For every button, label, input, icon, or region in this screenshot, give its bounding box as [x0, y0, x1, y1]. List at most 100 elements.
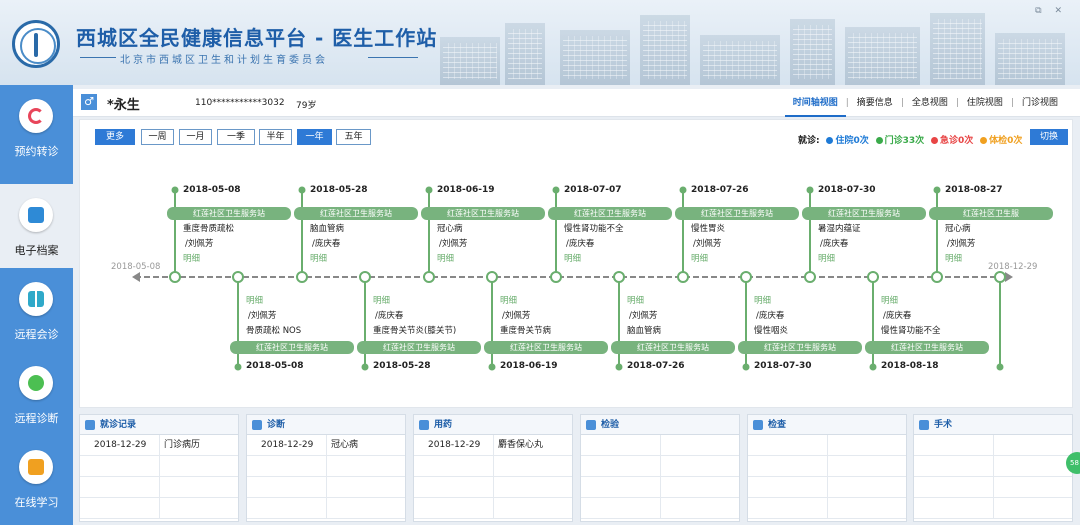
timeline-node-icon[interactable]: [423, 271, 435, 283]
panel-medicine: 用药 2018-12-29 麝香保心丸: [413, 414, 573, 522]
visit-detail-link[interactable]: 明细: [183, 252, 200, 267]
timeline-node-icon: [234, 363, 242, 371]
visit-diagnosis: 慢性肾功能不全: [564, 224, 624, 234]
timeline-node-icon[interactable]: [931, 271, 943, 283]
visit-detail-link[interactable]: 明细: [691, 252, 708, 267]
visit-detail-link[interactable]: 明细: [500, 294, 517, 309]
table-row[interactable]: [414, 477, 572, 498]
restore-icon[interactable]: ⧉: [1035, 6, 1041, 16]
panel-header[interactable]: 手术: [914, 415, 1072, 435]
app-title: 西城区全民健康信息平台 - 医生工作站: [76, 26, 438, 50]
table-row[interactable]: 2018-12-29 门诊病历: [80, 435, 238, 456]
visit-detail-link[interactable]: 明细: [818, 252, 835, 267]
panel-record: 就诊记录 2018-12-29 门诊病历: [79, 414, 239, 522]
visit-org: 红莲社区卫生服务站: [802, 207, 926, 220]
table-row[interactable]: [414, 456, 572, 477]
sidebar-item-records[interactable]: 电子档案: [0, 184, 73, 268]
table-row[interactable]: [748, 477, 906, 498]
row-content: [494, 456, 498, 476]
table-row[interactable]: 2018-12-29 冠心病: [247, 435, 405, 456]
tab-summary[interactable]: 摘要信息: [849, 89, 901, 117]
sidebar-item-diagnosis[interactable]: 远程诊断: [0, 352, 73, 436]
table-row[interactable]: [581, 435, 739, 456]
table-row[interactable]: 2018-12-29 麝香保心丸: [414, 435, 572, 456]
visit-date: 2018-07-26: [627, 361, 685, 371]
timeline-node-icon[interactable]: [359, 271, 371, 283]
arrow-left-icon[interactable]: [132, 272, 140, 282]
grid-icon: [19, 282, 53, 316]
table-row[interactable]: [748, 456, 906, 477]
visit-detail-link[interactable]: 明细: [881, 294, 898, 309]
table-row[interactable]: [581, 498, 739, 519]
timeline-node-icon[interactable]: [169, 271, 181, 283]
table-row[interactable]: [414, 498, 572, 519]
timeline-node-icon[interactable]: [867, 271, 879, 283]
timeline-node-icon: [742, 363, 750, 371]
visit-detail-link[interactable]: 明细: [246, 294, 263, 309]
visit-detail-link[interactable]: 明细: [945, 252, 962, 267]
panel-exam: 检查: [747, 414, 907, 522]
visit-doctor: /刘佩芳: [629, 311, 658, 321]
panel-header[interactable]: 用药: [414, 415, 572, 435]
table-row[interactable]: [80, 477, 238, 498]
visit-detail-link[interactable]: 明细: [310, 252, 327, 267]
building-graphic: [995, 33, 1065, 85]
table-row[interactable]: [247, 477, 405, 498]
timeline-node-icon[interactable]: [613, 271, 625, 283]
tab-inpatient[interactable]: 住院视图: [959, 89, 1011, 117]
panel-header[interactable]: 检查: [748, 415, 906, 435]
tab-holographic[interactable]: 全息视图: [904, 89, 956, 117]
timeline-node-icon: [996, 363, 1004, 371]
visit-detail-link[interactable]: 明细: [437, 252, 454, 267]
timeline-node-icon[interactable]: [550, 271, 562, 283]
timeline-node-icon[interactable]: [677, 271, 689, 283]
visit-org: 红莲社区卫生服务站: [230, 341, 354, 354]
sidebar-item-consult[interactable]: 远程会诊: [0, 268, 73, 352]
timeline-node-icon[interactable]: [740, 271, 752, 283]
table-row[interactable]: [914, 435, 1072, 456]
building-graphic: [845, 27, 920, 85]
table-row[interactable]: [914, 477, 1072, 498]
table-row[interactable]: [581, 477, 739, 498]
timeline-end-date: 2018-12-29: [988, 262, 1038, 272]
panel-header[interactable]: 检验: [581, 415, 739, 435]
visit-detail-link[interactable]: 明细: [564, 252, 581, 267]
panel-header[interactable]: 就诊记录: [80, 415, 238, 435]
table-row[interactable]: [247, 456, 405, 477]
table-row[interactable]: [914, 498, 1072, 519]
close-icon[interactable]: ✕: [1054, 6, 1062, 16]
tab-outpatient[interactable]: 门诊视图: [1014, 89, 1066, 117]
panel-header[interactable]: 诊断: [247, 415, 405, 435]
arrow-right-icon[interactable]: [1005, 272, 1013, 282]
table-row[interactable]: [748, 435, 906, 456]
timeline-node-icon[interactable]: [296, 271, 308, 283]
sidebar-item-referral[interactable]: 预约转诊: [0, 85, 73, 169]
sidebar-item-learning[interactable]: 在线学习: [0, 436, 73, 520]
tab-timeline[interactable]: 时间轴视图: [784, 89, 846, 117]
row-content: [327, 456, 331, 476]
timeline-node-icon[interactable]: [804, 271, 816, 283]
table-row[interactable]: [914, 456, 1072, 477]
row-date: [748, 477, 828, 497]
table-row[interactable]: [80, 456, 238, 477]
row-content: [327, 477, 331, 497]
row-content: [828, 456, 832, 476]
visit-detail-link[interactable]: 明细: [754, 294, 771, 309]
building-graphic: [440, 37, 500, 85]
table-row[interactable]: [80, 498, 238, 519]
timeline-node-icon[interactable]: [994, 271, 1006, 283]
row-content: [994, 435, 998, 455]
row-date: [748, 435, 828, 455]
visit-doctor: /庞庆春: [375, 311, 404, 321]
sidebar-item-label: 预约转诊: [14, 145, 59, 158]
visit-detail-link[interactable]: 明细: [627, 294, 644, 309]
window-controls: ⧉ ✕: [1025, 6, 1062, 16]
table-row[interactable]: [247, 498, 405, 519]
visit-diagnosis: 脑血管病: [627, 326, 662, 336]
row-date: [247, 456, 327, 476]
table-row[interactable]: [581, 456, 739, 477]
timeline-node-icon[interactable]: [486, 271, 498, 283]
visit-detail-link[interactable]: 明细: [373, 294, 390, 309]
timeline-node-icon[interactable]: [232, 271, 244, 283]
table-row[interactable]: [748, 498, 906, 519]
